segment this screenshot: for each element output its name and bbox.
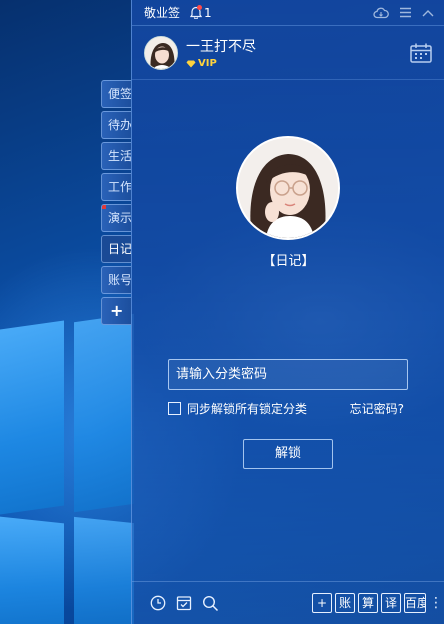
baidu-button[interactable]: 百度 [404,593,426,613]
notification-button[interactable]: 1 [190,4,212,20]
tab-label: 演示 [108,211,131,225]
vip-label: VIP [198,58,217,69]
tab-category-5[interactable]: 演示 [101,204,131,232]
new-note-button[interactable]: + [312,593,332,613]
desktop-window-pane [74,313,134,513]
search-icon[interactable] [202,595,219,612]
category-name: 【日记】 [262,254,315,269]
unlock-button[interactable]: 解锁 [243,439,333,469]
tab-label: 日记 [108,242,131,256]
chevron-up-icon[interactable] [422,9,434,17]
calendar-icon[interactable] [410,43,432,63]
category-tabs: 便签 待办 生活 工作 演示 日记 账号 + [101,80,131,328]
category-avatar [236,136,340,240]
calculator-button[interactable]: 算 [358,593,378,613]
tab-category-6[interactable]: 日记 [101,235,131,263]
clock-icon[interactable] [150,595,166,611]
tab-label: 便签 [108,87,131,101]
translate-button[interactable]: 译 [381,593,401,613]
sync-unlock-checkbox[interactable] [168,402,181,415]
tab-category-2[interactable]: 待办 [101,111,131,139]
checklist-icon[interactable] [176,595,192,611]
tab-flag [102,205,106,209]
app-title: 敬业签 [144,6,181,20]
tab-label: + [110,301,124,320]
desktop-window-pane [0,320,64,515]
tab-label: 账号 [108,273,131,287]
tab-category-7[interactable]: 账号 [101,266,131,294]
desktop-window-pane [0,516,64,624]
title-bar: 敬业签 1 [132,0,444,26]
user-row: 一王打不尽 VIP [132,26,444,80]
note-panel: 敬业签 1 一王打不尽 VIP 【日记】 同步解锁所有锁定分类 忘记密码? 解锁… [131,0,444,624]
tab-label: 待办 [108,118,131,132]
password-input[interactable] [168,359,408,390]
tab-category-1[interactable]: 便签 [101,80,131,108]
notification-count: 1 [204,5,212,20]
tab-category-3[interactable]: 生活 [101,142,131,170]
add-category-button[interactable]: + [101,297,131,325]
menu-icon[interactable] [399,7,412,18]
tab-label: 工作 [108,180,131,194]
sync-unlock-option[interactable]: 同步解锁所有锁定分类 [168,400,307,417]
username: 一王打不尽 [186,39,256,55]
notification-dot [197,4,203,10]
avatar[interactable] [144,35,178,70]
diamond-icon [186,60,196,68]
more-icon[interactable]: ⋮ [429,596,443,610]
tab-label: 生活 [108,149,131,163]
forgot-password-link[interactable]: 忘记密码? [350,400,404,417]
vip-badge: VIP [186,58,256,69]
bottom-toolbar: + 账 算 译 百度 ⋮ [132,581,444,624]
cloud-icon[interactable] [373,7,389,19]
sync-unlock-label: 同步解锁所有锁定分类 [187,402,308,416]
accounting-button[interactable]: 账 [335,593,355,613]
desktop-window-pane [74,516,134,624]
tab-category-4[interactable]: 工作 [101,173,131,201]
